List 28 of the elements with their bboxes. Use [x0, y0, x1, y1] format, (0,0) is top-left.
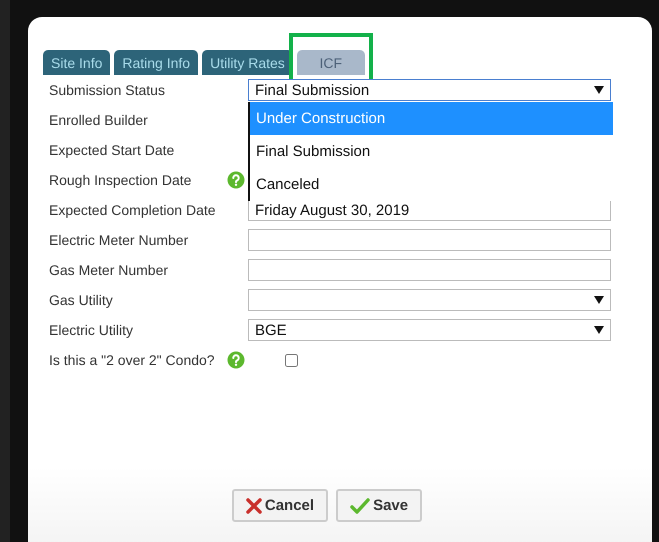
field-label: Is this a "2 over 2" Condo?	[49, 352, 215, 368]
field-label: Gas Meter Number	[49, 262, 168, 278]
help-icon[interactable]	[227, 171, 245, 189]
field-label: Electric Utility	[49, 322, 134, 338]
field-label: Rough Inspection Date	[49, 172, 192, 188]
field-label: Submission Status	[49, 82, 165, 98]
field-label: Expected Start Date	[49, 142, 174, 158]
save-button[interactable]: Save	[336, 489, 422, 522]
select-field[interactable]: Final Submission	[248, 79, 611, 101]
cancel-button[interactable]: Cancel	[232, 489, 328, 522]
caret-icon	[594, 296, 604, 304]
field-label: Electric Meter Number	[49, 232, 188, 248]
tab[interactable]: Rating Info	[114, 50, 198, 75]
cross-icon	[246, 498, 262, 514]
help-icon[interactable]	[227, 351, 245, 369]
select-field[interactable]: BGE	[248, 319, 611, 341]
checkbox[interactable]	[285, 354, 298, 366]
input-field[interactable]	[248, 259, 611, 281]
select-field[interactable]	[248, 289, 611, 311]
check-icon	[350, 498, 370, 514]
caret-icon	[594, 326, 604, 334]
input-field[interactable]	[248, 229, 611, 251]
caret-icon	[594, 86, 604, 94]
tab[interactable]: Site Info	[43, 50, 110, 75]
input-field[interactable]: Friday August 30, 2019	[248, 199, 611, 221]
field-label: Enrolled Builder	[49, 112, 148, 128]
field-label: Gas Utility	[49, 292, 113, 308]
field-label: Expected Completion Date	[49, 202, 216, 218]
